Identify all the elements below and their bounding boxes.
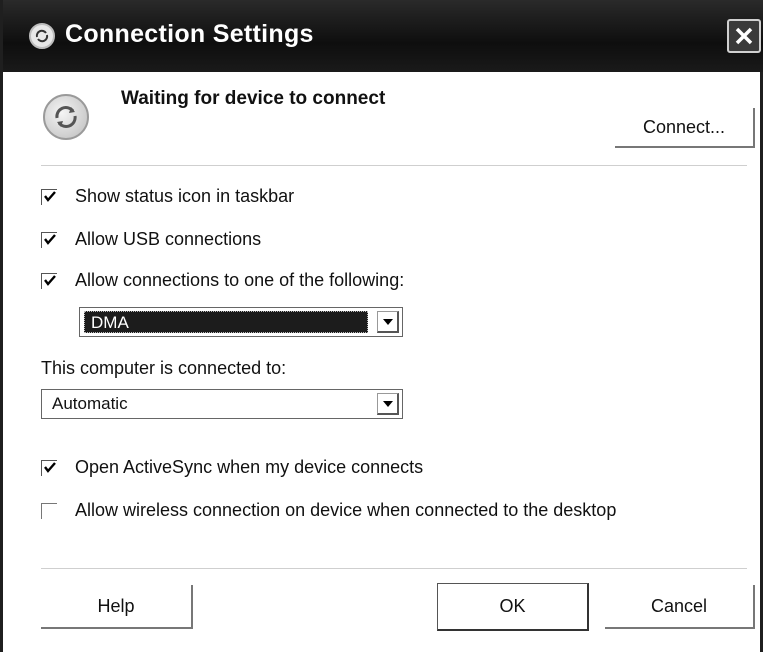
ok-button[interactable]: OK xyxy=(437,583,589,631)
connection-settings-dialog: Connection Settings Waiting for device t… xyxy=(0,0,763,652)
option-label: Show status icon in taskbar xyxy=(75,186,295,206)
connected-to-select[interactable]: Automatic xyxy=(41,389,403,419)
port-select-value: DMA xyxy=(84,311,368,333)
option-label: Allow USB connections xyxy=(75,229,262,249)
option-label: Allow wireless connection on device when… xyxy=(75,500,617,520)
checkbox[interactable] xyxy=(41,231,57,248)
connection-status: Waiting for device to connect xyxy=(121,88,386,109)
help-button[interactable]: Help xyxy=(41,585,193,629)
open-activesync-option[interactable]: Open ActiveSync when my device connects xyxy=(41,457,423,478)
checkbox[interactable] xyxy=(41,502,57,519)
checkbox[interactable] xyxy=(41,272,57,289)
window-title: Connection Settings xyxy=(65,20,314,48)
checkmark-icon xyxy=(44,461,56,473)
chevron-down-icon xyxy=(383,401,393,407)
activesync-icon xyxy=(29,23,55,49)
checkmark-icon xyxy=(44,274,56,286)
connected-to-value: Automatic xyxy=(52,394,128,413)
allow-connections-option[interactable]: Allow connections to one of the followin… xyxy=(41,270,404,291)
dropdown-button[interactable] xyxy=(377,393,399,415)
close-icon xyxy=(735,27,753,45)
checkmark-icon xyxy=(44,190,56,202)
divider xyxy=(41,165,747,166)
checkbox[interactable] xyxy=(41,188,57,205)
allow-wireless-option[interactable]: Allow wireless connection on device when… xyxy=(41,500,616,521)
connect-button[interactable]: Connect... xyxy=(615,108,755,148)
checkmark-icon xyxy=(44,233,56,245)
chevron-down-icon xyxy=(383,319,393,325)
allow-usb-option[interactable]: Allow USB connections xyxy=(41,229,261,250)
checkbox[interactable] xyxy=(41,459,57,476)
close-button[interactable] xyxy=(727,19,761,53)
show-status-icon-option[interactable]: Show status icon in taskbar xyxy=(41,186,294,207)
activesync-device-icon xyxy=(43,94,89,140)
option-label: Open ActiveSync when my device connects xyxy=(75,457,424,477)
port-select[interactable]: DMA xyxy=(79,307,403,337)
divider xyxy=(41,568,747,569)
connected-to-label: This computer is connected to: xyxy=(41,358,287,378)
cancel-button[interactable]: Cancel xyxy=(605,585,755,629)
title-bar: Connection Settings xyxy=(3,0,763,72)
dropdown-button[interactable] xyxy=(377,311,399,333)
option-label: Allow connections to one of the followin… xyxy=(75,270,405,290)
